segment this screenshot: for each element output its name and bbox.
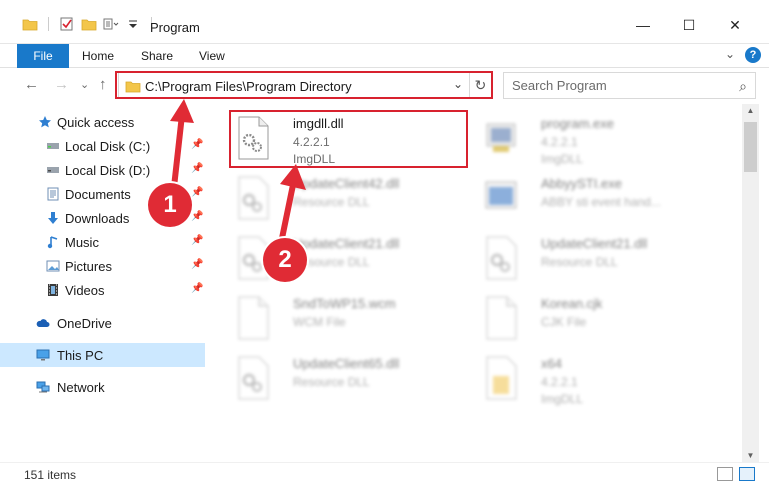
file-item-sndtowp15[interactable]: SndToWP15.wcm WCM File — [229, 290, 469, 346]
maximize-button[interactable]: ☐ — [674, 14, 704, 36]
sidebar-item-label: Downloads — [65, 211, 130, 226]
sidebar-item-label: This PC — [57, 348, 104, 363]
file-description: Resource DLL — [541, 255, 618, 269]
dll-file-icon — [486, 236, 517, 280]
dll-file-icon — [238, 356, 269, 400]
sidebar-item-label: Videos — [65, 283, 105, 298]
file-description: Resource DLL — [293, 375, 370, 389]
scroll-thumb[interactable] — [744, 122, 757, 172]
sidebar-item-label: Documents — [65, 187, 131, 202]
file-item-updateclient65[interactable]: UpdateClient65.dll Resource DLL — [229, 350, 469, 406]
sidebar-item-label: Local Disk (D:) — [65, 163, 151, 178]
sidebar-item-label: OneDrive — [57, 316, 112, 331]
sidebar-item-music[interactable]: Music 📌 — [0, 230, 205, 254]
cloud-icon — [36, 319, 50, 327]
file-description: ImgDLL — [541, 392, 584, 406]
title-bar: Program — ☐ ✕ — [0, 0, 769, 44]
tab-home[interactable]: Home — [82, 44, 114, 68]
videos-icon — [48, 284, 58, 296]
sidebar-item-videos[interactable]: Videos 📌 — [0, 278, 205, 302]
view-switcher — [717, 467, 755, 481]
generic-file-icon — [238, 296, 269, 340]
minimize-button[interactable]: — — [628, 14, 658, 36]
file-item-updateclient21-b[interactable]: UpdateClient21.dll Resource DLL — [477, 230, 717, 286]
window-title: Program — [150, 20, 200, 35]
toolbar-separator — [48, 17, 49, 31]
details-view-icon[interactable] — [717, 467, 733, 481]
sidebar-item-label: Network — [57, 380, 105, 395]
folder-icon[interactable] — [22, 17, 38, 31]
file-name: program.exe — [541, 116, 614, 131]
tab-file[interactable]: File — [17, 44, 69, 68]
file-description: ABBY sti event hand... — [541, 195, 661, 209]
sidebar-item-label: Local Disk (C:) — [65, 139, 151, 154]
status-bar: 151 items — [0, 462, 769, 484]
file-name: AbbyySTI.exe — [541, 176, 622, 191]
music-icon — [47, 236, 58, 249]
drive-icon — [47, 167, 59, 173]
toolbar-dropdown-icon[interactable] — [125, 17, 141, 31]
sidebar-item-network[interactable]: Network — [0, 375, 205, 399]
scroll-down-icon[interactable]: ▼ — [742, 451, 759, 460]
search-icon[interactable]: ⌕ — [739, 78, 747, 95]
drive-icon — [47, 143, 59, 149]
file-description: ImgDLL — [541, 152, 584, 166]
file-item-abbyysti[interactable]: AbbyySTI.exe ABBY sti event hand... — [477, 170, 717, 226]
sidebar-item-label: Pictures — [65, 259, 112, 274]
tab-share[interactable]: Share — [141, 44, 173, 68]
pictures-icon — [46, 260, 60, 272]
file-version: 4.2.2.1 — [541, 375, 578, 389]
file-item-korean-cjk[interactable]: Korean.cjk CJK File — [477, 290, 717, 346]
download-icon — [48, 212, 58, 224]
expand-ribbon-icon[interactable]: ⌄ — [725, 47, 735, 63]
file-description: WCM File — [293, 315, 346, 329]
generic-file-icon — [486, 296, 517, 340]
properties-check-icon[interactable] — [59, 17, 75, 31]
scroll-up-icon[interactable]: ▲ — [742, 106, 759, 115]
exe-file-icon — [485, 181, 517, 209]
up-button[interactable]: ↑ — [99, 76, 107, 93]
file-name: UpdateClient21.dll — [541, 236, 648, 251]
close-button[interactable]: ✕ — [720, 14, 750, 36]
tab-view[interactable]: View — [199, 44, 225, 68]
file-name: SndToWP15.wcm — [293, 296, 396, 311]
item-count: 151 items — [24, 468, 77, 482]
sidebar-item-label: Music — [65, 235, 99, 250]
callout-badge-1: 1 — [148, 183, 192, 227]
ribbon-tabs: File Home Share View ⌄ ? — [0, 44, 769, 68]
customize-icon[interactable] — [103, 17, 119, 31]
search-box[interactable]: ⌕ — [503, 72, 756, 99]
vertical-scrollbar[interactable]: ▲ ▼ — [742, 104, 759, 462]
file-name: Korean.cjk — [541, 296, 603, 311]
file-item-program-exe[interactable]: program.exe 4.2.2.1 ImgDLL — [477, 110, 717, 166]
search-input[interactable] — [512, 78, 722, 93]
file-description: CJK File — [541, 315, 587, 329]
exe-file-icon — [486, 123, 516, 152]
help-icon[interactable]: ? — [745, 47, 761, 63]
sidebar-item-onedrive[interactable]: OneDrive — [0, 311, 205, 335]
folder-file-icon — [486, 356, 517, 400]
pin-icon[interactable]: 📌 — [191, 235, 203, 246]
forward-button[interactable]: → — [54, 76, 69, 93]
pin-icon[interactable]: 📌 — [191, 283, 203, 294]
file-name: x64 — [541, 356, 562, 371]
new-folder-icon[interactable] — [81, 17, 97, 31]
recent-locations-button[interactable]: ⌄ — [80, 78, 89, 91]
callout-badge-2: 2 — [263, 238, 307, 282]
file-name: UpdateClient65.dll — [293, 356, 400, 371]
star-icon — [39, 116, 51, 128]
sidebar-item-pictures[interactable]: Pictures 📌 — [0, 254, 205, 278]
pin-icon[interactable]: 📌 — [191, 259, 203, 270]
computer-icon — [36, 349, 50, 361]
sidebar-item-this-pc[interactable]: This PC — [0, 343, 205, 367]
ribbon-controls: ⌄ ? — [725, 47, 761, 63]
sidebar-item-label: Quick access — [57, 115, 135, 130]
network-icon — [36, 381, 50, 393]
back-button[interactable]: ← — [24, 76, 39, 93]
file-version: 4.2.2.1 — [541, 135, 578, 149]
documents-icon — [47, 187, 59, 201]
quick-access-toolbar — [22, 17, 156, 31]
file-item-x64[interactable]: x64 4.2.2.1 ImgDLL — [477, 350, 717, 406]
large-icons-view-icon[interactable] — [739, 467, 755, 481]
